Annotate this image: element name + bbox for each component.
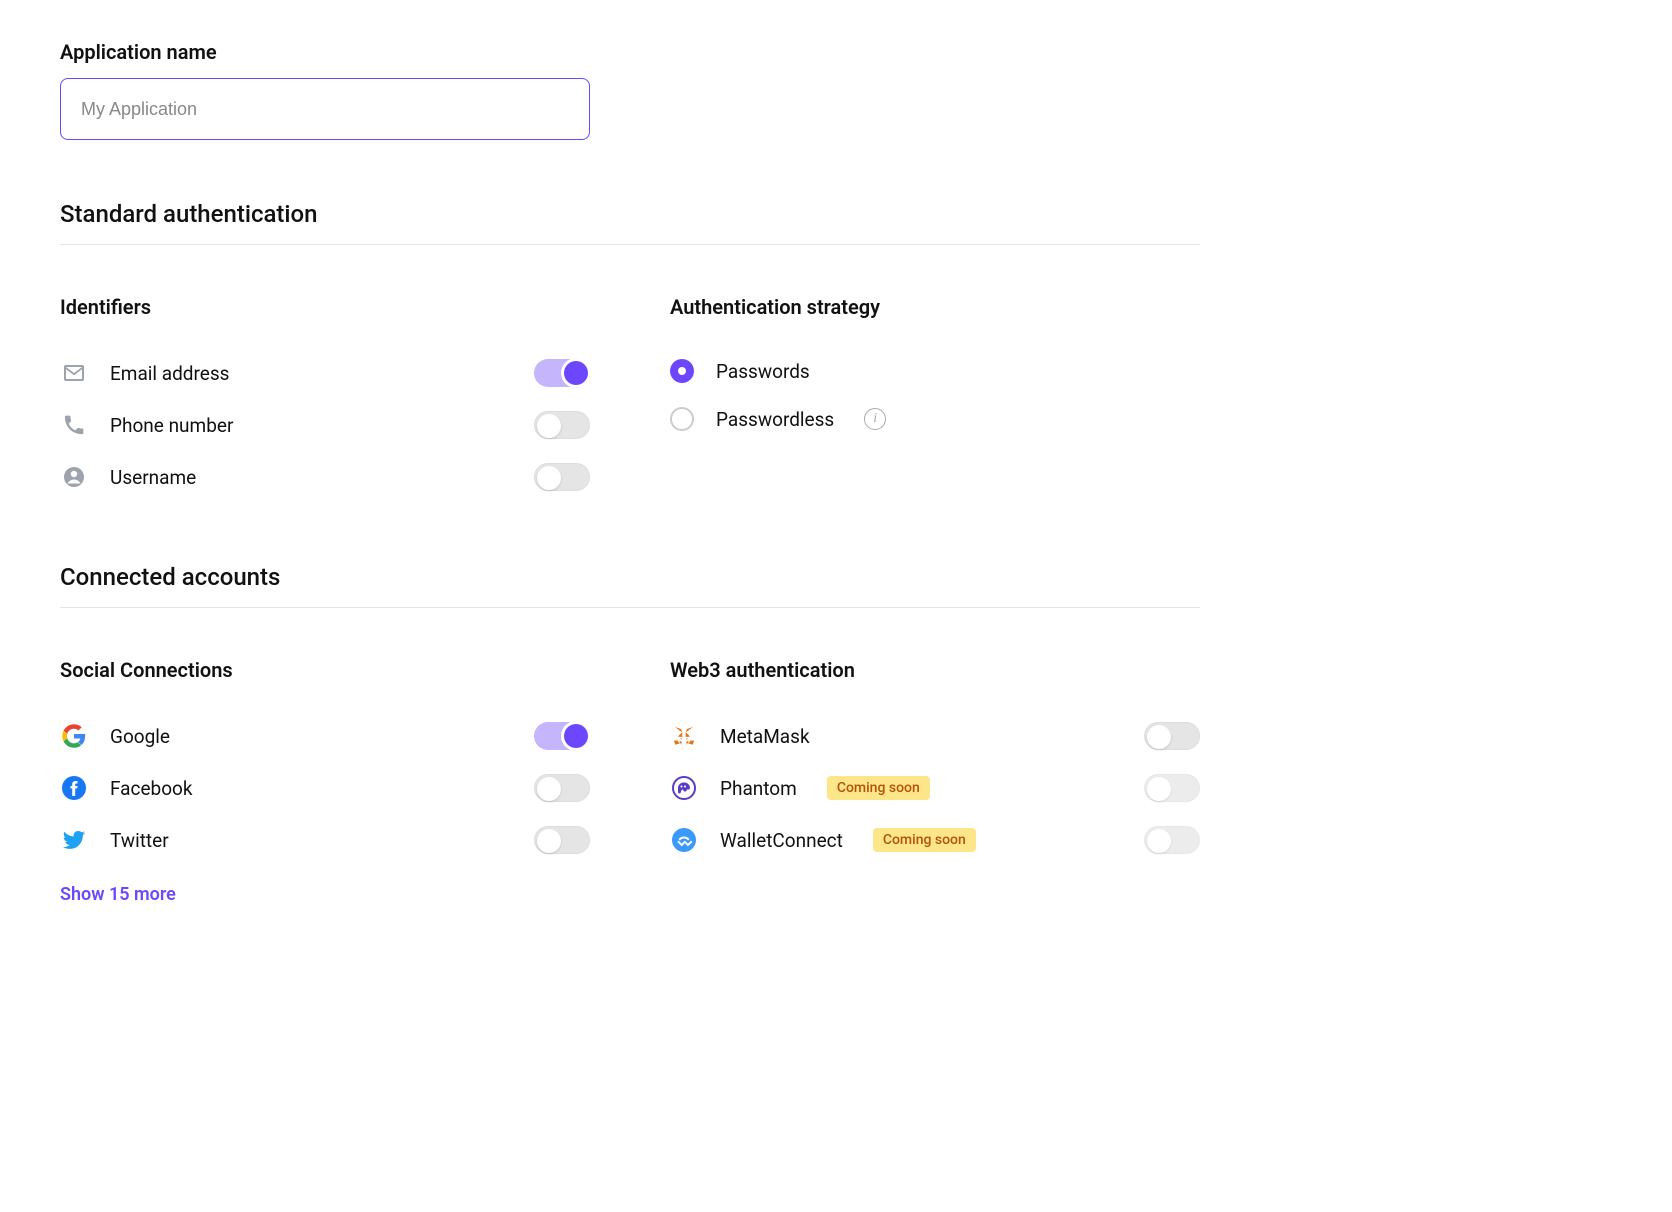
social-label: Facebook (110, 777, 512, 800)
toggle-walletconnect (1144, 826, 1200, 854)
strategy-label: Passwordless (716, 408, 834, 431)
radio-passwordless[interactable] (670, 407, 694, 431)
phantom-icon (670, 774, 698, 802)
show-more-social-link[interactable]: Show 15 more (60, 884, 176, 905)
web3-row-metamask: MetaMask (670, 710, 1200, 762)
social-label: Google (110, 725, 512, 748)
toggle-google[interactable] (534, 722, 590, 750)
coming-soon-badge: Coming soon (827, 776, 930, 800)
walletconnect-icon (670, 826, 698, 854)
strategy-title: Authentication strategy (670, 295, 1200, 319)
section-connected-accounts: Connected accounts (60, 563, 1200, 608)
toggle-phone[interactable] (534, 411, 590, 439)
strategy-label: Passwords (716, 360, 1200, 383)
social-label: Twitter (110, 829, 512, 852)
toggle-email[interactable] (534, 359, 590, 387)
app-name-input[interactable] (60, 78, 590, 140)
web3-title: Web3 authentication (670, 658, 1200, 682)
identifier-label: Username (110, 466, 512, 489)
social-row-google: Google (60, 710, 590, 762)
social-row-facebook: Facebook (60, 762, 590, 814)
identifiers-title: Identifiers (60, 295, 590, 319)
strategy-row-passwordless: Passwordless i (670, 395, 1200, 443)
toggle-metamask[interactable] (1144, 722, 1200, 750)
toggle-facebook[interactable] (534, 774, 590, 802)
identifier-row-phone: Phone number (60, 399, 590, 451)
social-row-twitter: Twitter (60, 814, 590, 866)
identifier-row-username: Username (60, 451, 590, 503)
phone-icon (60, 411, 88, 439)
radio-passwords[interactable] (670, 359, 694, 383)
web3-row-walletconnect: WalletConnect Coming soon (670, 814, 1200, 866)
facebook-icon (60, 774, 88, 802)
twitter-icon (60, 826, 88, 854)
coming-soon-badge: Coming soon (873, 828, 976, 852)
app-name-label: Application name (60, 40, 1200, 64)
strategy-row-passwords: Passwords (670, 347, 1200, 395)
web3-row-phantom: Phantom Coming soon (670, 762, 1200, 814)
identifier-label: Email address (110, 362, 512, 385)
section-standard-auth: Standard authentication (60, 200, 1200, 245)
identifier-row-email: Email address (60, 347, 590, 399)
metamask-icon (670, 722, 698, 750)
info-icon[interactable]: i (864, 408, 886, 430)
social-title: Social Connections (60, 658, 590, 682)
web3-label: Phantom (720, 777, 797, 800)
identifier-label: Phone number (110, 414, 512, 437)
toggle-twitter[interactable] (534, 826, 590, 854)
web3-label: MetaMask (720, 725, 1122, 748)
web3-label: WalletConnect (720, 829, 843, 852)
user-icon (60, 463, 88, 491)
google-icon (60, 722, 88, 750)
email-icon (60, 359, 88, 387)
toggle-phantom (1144, 774, 1200, 802)
toggle-username[interactable] (534, 463, 590, 491)
